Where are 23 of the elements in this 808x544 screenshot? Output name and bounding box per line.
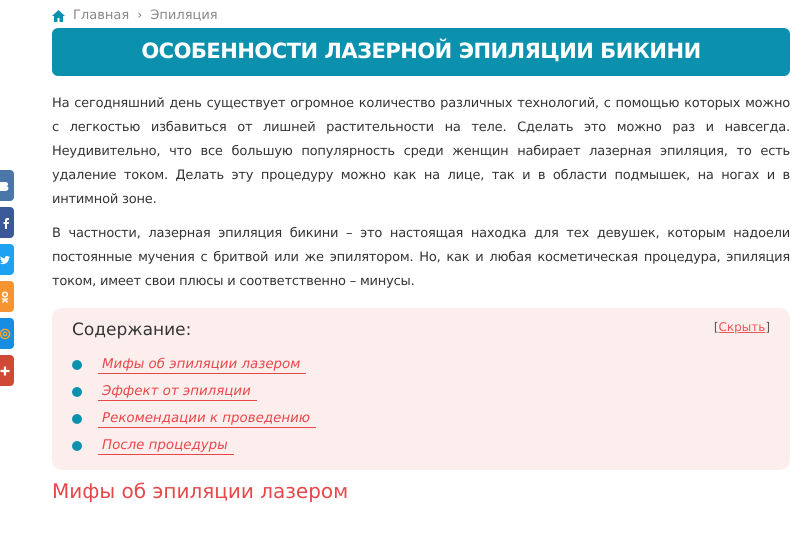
- contents-link[interactable]: После процедуры: [98, 437, 234, 455]
- breadcrumb-link[interactable]: Главная: [73, 6, 130, 26]
- person-icon: [0, 290, 11, 302]
- bird-icon: [0, 254, 11, 266]
- contents-title: Содержание:: [72, 319, 192, 342]
- bullet-icon: [72, 441, 82, 451]
- paragraph: На сегодняшний день существует огромное количество различных технологий, с помощью которых можно с легкостью избавиться от лишней растительности на теле. Сделать это можно раз и навсегда. Неудивительно, что все большую популярность среди женщин набирает лазерная эпиляция, то есть удаление током. Делать эту процедуру можно как на лице, так и в области подмышек, на ногах и в интимной зоне.: [52, 95, 790, 209]
- plus-icon: [0, 364, 11, 376]
- bullet-icon: [72, 360, 82, 370]
- contents-link[interactable]: Эффект от эпиляции: [98, 383, 257, 401]
- page-title: ОСОБЕННОСТИ ЛАЗЕРНОЙ ЭПИЛЯЦИИ БИКИНИ: [141, 38, 701, 66]
- paragraph: В частности, лазерная эпиляция бикини – это настоящая находка для тех девушек, которым надоели постоянные мучения с бритвой или же эпилятором. Но, как и любая косметическая процедура, эпиляция током, имеет свои плюсы и соответственно – минусы.: [52, 225, 790, 291]
- contents-link[interactable]: Мифы об эпиляции лазером: [98, 356, 306, 374]
- contents-link[interactable]: Рекомендации к проведению: [98, 410, 316, 428]
- breadcrumb-current: Эпиляция: [150, 7, 218, 26]
- bracket: [: [714, 319, 719, 336]
- bullet-icon: [72, 414, 82, 424]
- breadcrumb-separator: ›: [137, 7, 142, 26]
- section-heading: Мифы об эпиляции лазером: [52, 478, 350, 504]
- bullet-icon: [72, 387, 82, 397]
- bracket: ]: [765, 319, 770, 336]
- home-icon[interactable]: [52, 10, 65, 22]
- hide-link[interactable]: Скрыть: [718, 318, 766, 336]
